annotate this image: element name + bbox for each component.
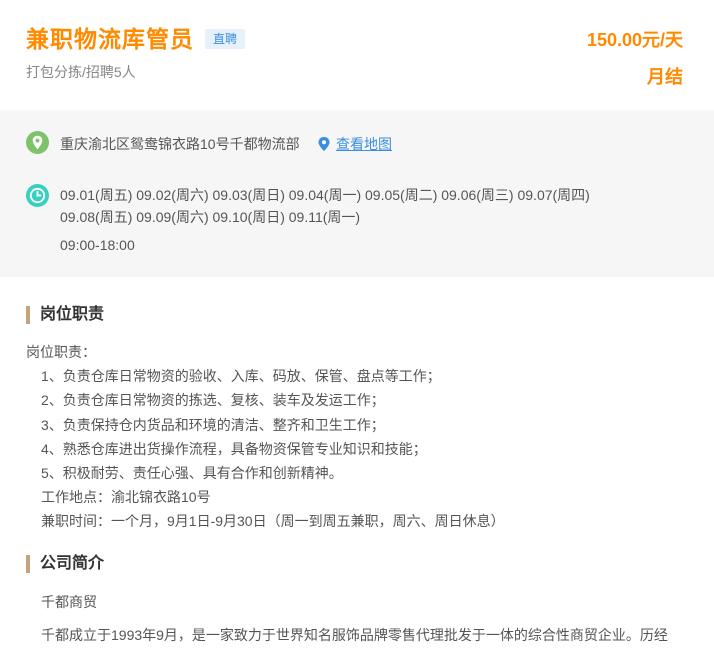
company-name: 千都商贸: [41, 594, 97, 610]
job-title: 兼职物流库管员: [26, 26, 194, 52]
settlement-type: 月结: [647, 67, 683, 87]
duty-line: 工作地点：渝北锦衣路10号: [41, 489, 211, 506]
work-dates-line-2: 09.08(周五) 09.09(周六) 09.10(周日) 09.11(周一): [60, 209, 361, 225]
duty-line: 5、积极耐劳、责任心强、具有合作和创新精神。: [41, 464, 343, 481]
view-map-link[interactable]: 查看地图: [318, 134, 392, 154]
map-pin-icon: [318, 137, 330, 151]
work-dates-line-1: 09.01(周五) 09.02(周六) 09.03(周日) 09.04(周一) …: [60, 187, 590, 203]
location-pin-icon: [26, 131, 49, 154]
duty-line: 4、熟悉仓库进出货操作流程，具备物资保管专业知识和技能；: [41, 440, 427, 457]
duty-line: 2、负责仓库日常物资的拣选、复核、装车及发运工作；: [41, 392, 385, 409]
work-dates: 09.01(周五) 09.02(周六) 09.03(周日) 09.04(周一) …: [60, 184, 620, 228]
work-address: 重庆渝北区鸳鸯锦衣路10号千都物流部: [60, 136, 300, 152]
duty-line: 兼职时间：一个月，9月1日-9月30日（周一到周五兼职，周六、周日休息）: [41, 513, 505, 530]
job-header: 兼职物流库管员 直聘 打包分拣/招聘5人 150.00元/天 月结: [0, 0, 714, 110]
salary: 150.00元/天: [586, 30, 683, 50]
duty-line: 3、负责保持仓内货品和环境的清洁、整齐和卫生工作；: [41, 416, 385, 433]
work-hours: 09:00-18:00: [60, 237, 135, 253]
duties-heading: 岗位职责: [26, 306, 104, 324]
duties-content: 岗位职责： 1、负责仓库日常物资的验收、入库、码放、保管、盘点等工作； 2、负责…: [26, 340, 686, 534]
company-heading: 公司简介: [26, 555, 104, 573]
duty-line: 岗位职责：: [26, 344, 96, 360]
clock-icon: [26, 184, 49, 207]
duty-line: 1、负责仓库日常物资的验收、入库、码放、保管、盘点等工作；: [41, 368, 441, 385]
job-info-box: 重庆渝北区鸳鸯锦衣路10号千都物流部 查看地图 09.01(周五) 09.02(…: [0, 110, 714, 277]
job-subtitle: 打包分拣/招聘5人: [26, 64, 136, 80]
view-map-label: 查看地图: [336, 136, 392, 152]
direct-hire-badge: 直聘: [205, 29, 246, 49]
company-description: 千都成立于1993年9月，是一家致力于世界知名服饰品牌零售代理批发于一体的综合性…: [41, 627, 668, 643]
